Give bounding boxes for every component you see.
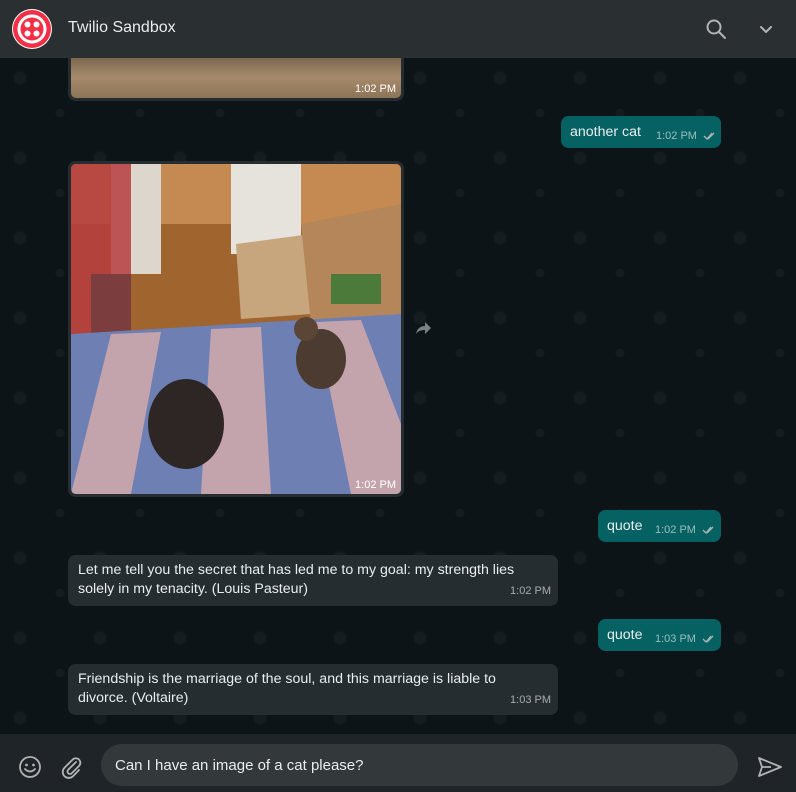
emoji-icon[interactable] bbox=[18, 755, 42, 779]
message-time: 1:02 PM bbox=[355, 479, 396, 491]
message-time: 1:03 PM bbox=[510, 694, 551, 706]
outgoing-message[interactable]: quote 1:03 PM bbox=[598, 619, 721, 651]
message-meta: 1:03 PM bbox=[655, 630, 716, 649]
message-time: 1:02 PM bbox=[510, 585, 551, 597]
contact-avatar[interactable] bbox=[12, 9, 52, 49]
message-time: 1:03 PM bbox=[655, 633, 696, 645]
chevron-down-icon[interactable] bbox=[754, 17, 778, 41]
chat-title[interactable]: Twilio Sandbox bbox=[68, 19, 176, 37]
message-text: Let me tell you the secret that has led … bbox=[78, 562, 515, 597]
outgoing-message[interactable]: another cat 1:02 PM bbox=[561, 116, 721, 148]
double-check-icon bbox=[702, 635, 714, 644]
send-icon[interactable] bbox=[757, 755, 783, 779]
message-text: another cat bbox=[570, 124, 641, 140]
message-composer bbox=[0, 734, 796, 792]
message-text: quote bbox=[607, 627, 643, 643]
double-check-icon bbox=[703, 132, 715, 141]
incoming-message[interactable]: Friendship is the marriage of the soul, … bbox=[68, 664, 558, 715]
outgoing-message[interactable]: quote 1:02 PM bbox=[598, 510, 721, 542]
image-message[interactable]: 1:02 PM bbox=[68, 58, 404, 101]
double-check-icon bbox=[702, 526, 714, 535]
forward-icon[interactable] bbox=[414, 318, 434, 338]
message-time: 1:02 PM bbox=[655, 524, 696, 536]
cat-photo[interactable] bbox=[71, 164, 401, 494]
twilio-logo-icon bbox=[13, 10, 51, 48]
incoming-message[interactable]: Let me tell you the secret that has led … bbox=[68, 555, 558, 606]
cat-photo-partial[interactable] bbox=[71, 58, 401, 98]
message-text: quote bbox=[607, 518, 643, 534]
search-icon[interactable] bbox=[704, 17, 728, 41]
message-time: 1:02 PM bbox=[656, 130, 697, 142]
message-time: 1:02 PM bbox=[355, 83, 396, 95]
image-message[interactable]: 1:02 PM bbox=[68, 161, 404, 497]
message-meta: 1:02 PM bbox=[655, 521, 716, 540]
message-text: Friendship is the marriage of the soul, … bbox=[78, 671, 496, 706]
paperclip-icon[interactable] bbox=[59, 755, 83, 779]
chat-header: Twilio Sandbox bbox=[0, 0, 796, 58]
message-input[interactable] bbox=[101, 744, 738, 786]
message-meta: 1:02 PM bbox=[656, 127, 717, 146]
message-list[interactable]: 1:02 PM another cat 1:02 PM 1:02 PM quot… bbox=[0, 58, 796, 734]
